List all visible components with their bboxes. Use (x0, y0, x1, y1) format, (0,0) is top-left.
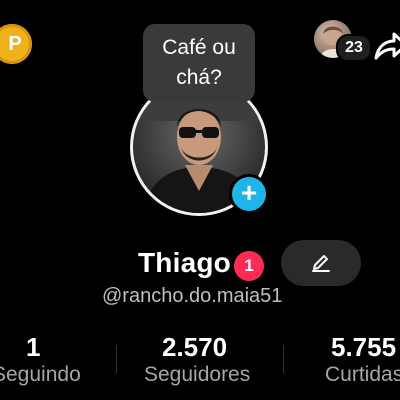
following-label[interactable]: Seguindo (0, 363, 81, 387)
friends-count-badge: 23 (336, 34, 372, 62)
share-arrow-icon[interactable] (370, 28, 400, 64)
following-count[interactable]: 1 (26, 332, 40, 363)
add-story-button[interactable]: + (229, 174, 269, 214)
edit-profile-button[interactable] (281, 240, 361, 286)
coin-icon[interactable]: P (0, 24, 32, 64)
notification-badge[interactable]: 1 (234, 251, 264, 281)
profile-name: Thiago (138, 247, 231, 278)
followers-count[interactable]: 2.570 (162, 332, 227, 363)
likes-count[interactable]: 5.755 (331, 332, 396, 363)
profile-screen: P 23 Café ou chá? + Thiago 1 @rancho.do.… (0, 0, 400, 400)
status-bubble[interactable]: Café ou chá? (143, 24, 255, 102)
friends-button[interactable]: 23 (314, 20, 372, 64)
profile-username: @rancho.do.maia51 (102, 285, 283, 307)
stats-divider (283, 345, 284, 373)
coin-letter: P (8, 32, 22, 55)
bubble-text-line1: Café ou (162, 36, 236, 59)
stats-divider (116, 345, 117, 373)
pencil-icon (312, 255, 330, 272)
bubble-text-line2: chá? (176, 66, 222, 89)
likes-label[interactable]: Curtidas (325, 363, 400, 387)
plus-icon: + (240, 177, 258, 208)
followers-label[interactable]: Seguidores (144, 363, 250, 387)
